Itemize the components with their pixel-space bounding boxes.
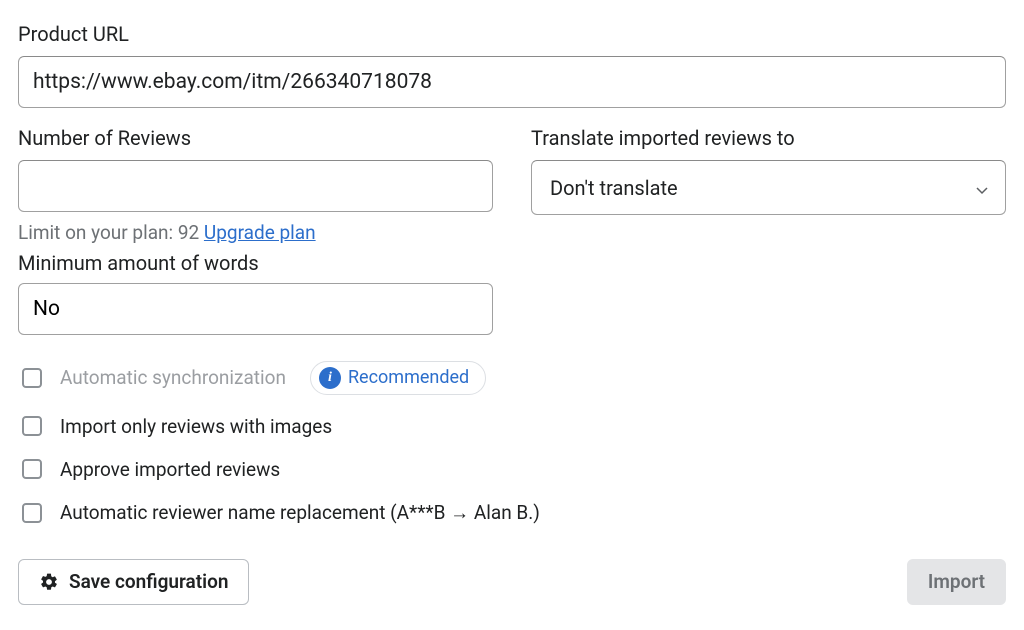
images-only-label: Import only reviews with images [60,415,332,438]
min-words-label: Minimum amount of words [18,251,1006,275]
row-reviews-translate: Number of Reviews Limit on your plan: 92… [18,126,1006,247]
name-replace-label: Automatic reviewer name replacement (A**… [60,501,540,525]
option-approve: Approve imported reviews [18,448,1006,491]
auto-sync-label: Automatic synchronization [60,366,286,389]
min-words-field: Minimum amount of words [18,251,1006,335]
recommended-badge: i Recommended [310,361,486,395]
info-icon: i [319,367,341,389]
translate-col: Translate imported reviews to Don't tran… [531,126,1006,215]
import-button[interactable]: Import [907,559,1006,605]
product-url-label: Product URL [18,22,1006,46]
name-replace-checkbox[interactable] [22,503,42,523]
number-of-reviews-input[interactable] [18,160,493,212]
translate-label: Translate imported reviews to [531,126,1006,150]
auto-sync-checkbox[interactable] [22,368,42,388]
option-images-only: Import only reviews with images [18,405,1006,448]
product-url-input[interactable] [18,56,1006,108]
gear-icon [39,572,59,592]
plan-limit-prefix: Limit on your plan: 92 [18,221,204,244]
number-of-reviews-col: Number of Reviews Limit on your plan: 92… [18,126,493,247]
min-words-input[interactable] [18,283,493,335]
footer-actions: Save configuration Import [18,559,1006,605]
product-url-field: Product URL [18,22,1006,108]
option-name-replace: Automatic reviewer name replacement (A**… [18,491,1006,535]
images-only-checkbox[interactable] [22,416,42,436]
approve-checkbox[interactable] [22,459,42,479]
import-button-label: Import [928,570,985,593]
save-button-label: Save configuration [69,570,228,593]
number-of-reviews-label: Number of Reviews [18,126,493,150]
recommended-text: Recommended [348,367,469,388]
upgrade-plan-link[interactable]: Upgrade plan [204,221,316,244]
plan-limit-text: Limit on your plan: 92 Upgrade plan [18,220,493,247]
options-list: Automatic synchronization i Recommended … [18,351,1006,535]
save-configuration-button[interactable]: Save configuration [18,559,249,605]
option-auto-sync: Automatic synchronization i Recommended [18,351,1006,405]
approve-label: Approve imported reviews [60,458,280,481]
translate-select[interactable]: Don't translate [531,160,1006,215]
translate-select-wrap: Don't translate [531,160,1006,215]
